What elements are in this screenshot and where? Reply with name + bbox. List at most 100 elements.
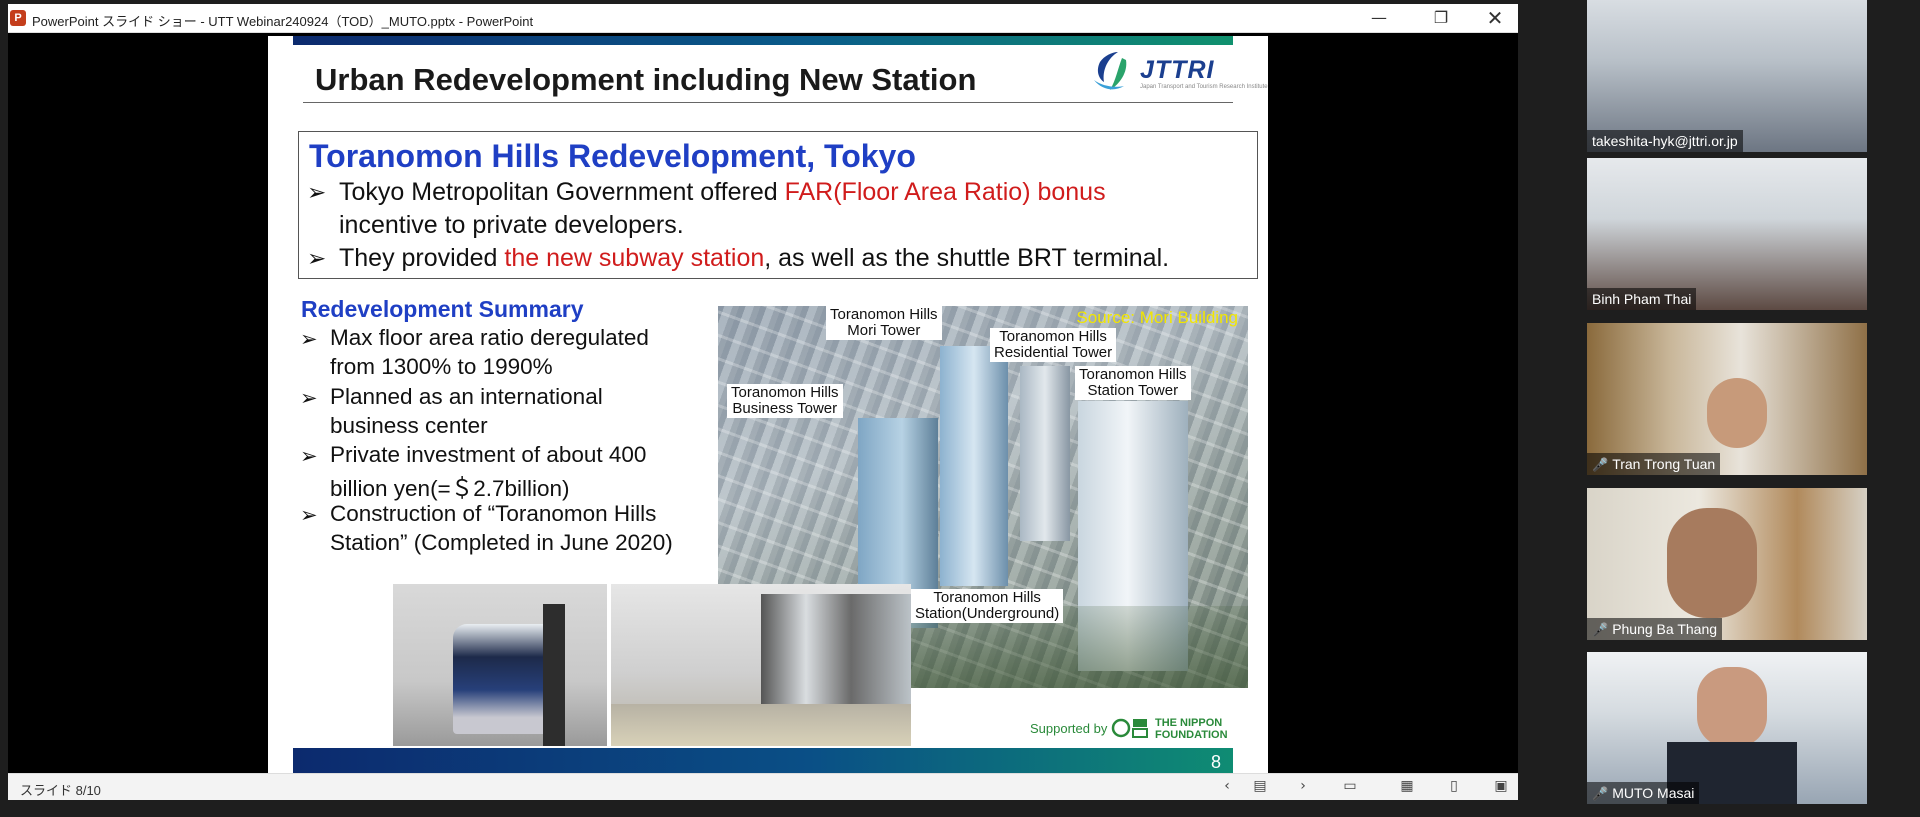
powerpoint-window: P PowerPoint スライド ショー - UTT Webinar24092…: [8, 4, 1518, 800]
logo-text: JTTRI: [1140, 56, 1215, 84]
participant-face: [1697, 667, 1767, 747]
participant-name-text: takeshita-hyk@jttri.or.jp: [1592, 133, 1738, 149]
label-text: Toranomon Hills: [1079, 366, 1187, 383]
participant-name: 🎤 Phung Ba Thang: [1587, 618, 1723, 640]
bullet-arrow-icon: ➢: [300, 386, 318, 410]
participant-tile-5[interactable]: 🎤 MUTO Masai: [1587, 652, 1867, 804]
muted-mic-icon: 🎤: [1592, 623, 1609, 638]
slide-title: Urban Redevelopment including New Statio…: [315, 62, 977, 97]
status-bar: スライド 8/10 ‹ ▤ › ▭ ▦ ▯ ▣: [8, 773, 1518, 800]
muted-mic-icon: 🎤: [1592, 458, 1609, 473]
slide-show-icon[interactable]: ▣: [1492, 778, 1510, 794]
summary-heading: Redevelopment Summary: [301, 296, 584, 322]
foundation-text: THE NIPPON FOUNDATION: [1155, 717, 1228, 741]
summary-item-1-line-1: Max floor area ratio deregulated: [330, 325, 649, 350]
bullet-1-highlight: FAR(Floor Area Ratio) bonus: [784, 178, 1106, 206]
bullet-arrow-icon: ➢: [307, 180, 327, 206]
supported-by-label: Supported by: [1030, 721, 1108, 736]
foundation-line: FOUNDATION: [1155, 729, 1228, 741]
powerpoint-icon: P: [10, 10, 26, 26]
bullet-arrow-icon: ➢: [300, 327, 318, 351]
bullet-1-text: Tokyo Metropolitan Government offered: [339, 178, 785, 206]
participant-tile-2[interactable]: Binh Pham Thai: [1587, 158, 1867, 310]
bullet-2-text: They provided: [339, 244, 505, 272]
summary-item-4-line-1: Construction of “Toranomon Hills: [330, 501, 657, 526]
slide-counter: スライド 8/10: [20, 783, 101, 798]
nippon-foundation-mark-icon: [1111, 718, 1148, 738]
normal-view-icon[interactable]: ▭: [1341, 778, 1359, 794]
label-text: Mori Tower: [847, 322, 921, 339]
label-text: Toranomon Hills: [999, 328, 1107, 345]
label-text: Toranomon Hills: [830, 306, 938, 323]
slide-top-band: [293, 36, 1233, 45]
summary-item-1-line-2: from 1300% to 1990%: [330, 354, 553, 379]
mori-tower-shape: [940, 346, 1008, 586]
participant-name-text: Binh Pham Thai: [1592, 291, 1692, 307]
label-station-underground: Toranomon Hills Station(Underground): [911, 589, 1064, 623]
label-text: Station Tower: [1087, 382, 1179, 399]
logo-subtitle: Japan Transport and Tourism Research Ins…: [1140, 84, 1268, 90]
slide-canvas[interactable]: Urban Redevelopment including New Statio…: [268, 36, 1268, 776]
platform-floor: [611, 704, 911, 746]
jttri-logo: JTTRI Japan Transport and Tourism Resear…: [1088, 50, 1268, 94]
summary-item-3-line-1: Private investment of about 400: [330, 442, 647, 467]
subway-platform-photo: [611, 584, 911, 746]
participant-name: 🎤 MUTO Masai: [1587, 782, 1700, 804]
label-text: Station(Underground): [915, 605, 1060, 622]
close-button[interactable]: ✕: [1472, 4, 1518, 32]
participant-name: 🎤 Tran Trong Tuan: [1587, 453, 1721, 475]
participant-name-text: MUTO Masai: [1612, 785, 1695, 801]
label-text: Business Tower: [732, 400, 838, 417]
reading-view-icon[interactable]: ▯: [1445, 778, 1463, 794]
slide-sorter-icon[interactable]: ▦: [1398, 778, 1416, 794]
jttri-logo-mark-icon: [1094, 52, 1127, 90]
restore-button[interactable]: ❐: [1418, 4, 1464, 32]
bullet-arrow-icon: ➢: [300, 444, 318, 468]
residential-tower-shape: [1020, 366, 1070, 541]
title-bar[interactable]: P PowerPoint スライド ショー - UTT Webinar24092…: [8, 4, 1518, 33]
label-residential-tower: Toranomon Hills Residential Tower: [990, 328, 1117, 362]
bullet-1-line-2: incentive to private developers.: [339, 211, 684, 239]
label-text: Toranomon Hills: [933, 589, 1041, 606]
bullet-arrow-icon: ➢: [307, 246, 327, 272]
summary-item-4-line-2: Station” (Completed in June 2020): [330, 530, 673, 555]
participant-tile-3[interactable]: 🎤 Tran Trong Tuan: [1587, 323, 1867, 475]
bullet-2-suffix: , as well as the shuttle BRT terminal.: [764, 244, 1170, 272]
source-label: Source: Mori Building: [1076, 308, 1238, 327]
participant-tile-1[interactable]: takeshita-hyk@jttri.or.jp: [1587, 0, 1867, 152]
participant-tile-4[interactable]: 🎤 Phung Ba Thang: [1587, 488, 1867, 640]
highlight-box: Toranomon Hills Redevelopment, Tokyo ➢ T…: [298, 131, 1258, 279]
label-text: Residential Tower: [994, 344, 1113, 361]
next-slide-icon[interactable]: ›: [1294, 778, 1312, 794]
bullet-arrow-icon: ➢: [300, 503, 318, 527]
foundation-line: THE NIPPON: [1155, 717, 1223, 729]
title-divider: [303, 102, 1233, 103]
bullet-2: They provided the new subway station, as…: [339, 244, 1169, 273]
minimize-button[interactable]: —: [1356, 4, 1402, 32]
slide-menu-icon[interactable]: ▤: [1251, 778, 1269, 794]
label-business-tower: Toranomon Hills Business Tower: [727, 384, 843, 418]
participant-name: Binh Pham Thai: [1587, 288, 1697, 310]
participant-name-text: Tran Trong Tuan: [1612, 456, 1716, 472]
participant-name: takeshita-hyk@jttri.or.jp: [1587, 130, 1743, 152]
bullet-1-line-1: Tokyo Metropolitan Government offered FA…: [339, 178, 1106, 207]
brt-bus-photo: [393, 584, 607, 746]
box-heading: Toranomon Hills Redevelopment, Tokyo: [309, 138, 916, 174]
muted-mic-icon: 🎤: [1592, 787, 1609, 802]
slide-bottom-band: 8: [293, 748, 1233, 776]
summary-item-2-line-1: Planned as an international: [330, 384, 603, 409]
label-station-tower: Toranomon Hills Station Tower: [1075, 366, 1191, 400]
participant-face: [1707, 378, 1767, 448]
participant-name-text: Phung Ba Thang: [1612, 621, 1718, 637]
participant-face: [1667, 508, 1757, 618]
nippon-foundation-logo: THE NIPPON FOUNDATION: [1111, 716, 1236, 742]
label-mori-tower: Toranomon Hills Mori Tower: [826, 306, 942, 340]
label-text: Toranomon Hills: [731, 384, 839, 401]
summary-item-3-line-2: billion yen(=＄2.7billion): [330, 476, 570, 501]
slide-number: 8: [1210, 752, 1221, 772]
summary-item-2-line-2: business center: [330, 413, 488, 438]
pillar: [543, 604, 565, 746]
window-title: PowerPoint スライド ショー - UTT Webinar240924（…: [32, 14, 534, 29]
bullet-2-highlight: the new subway station: [504, 244, 765, 272]
previous-slide-icon[interactable]: ‹: [1218, 778, 1236, 794]
